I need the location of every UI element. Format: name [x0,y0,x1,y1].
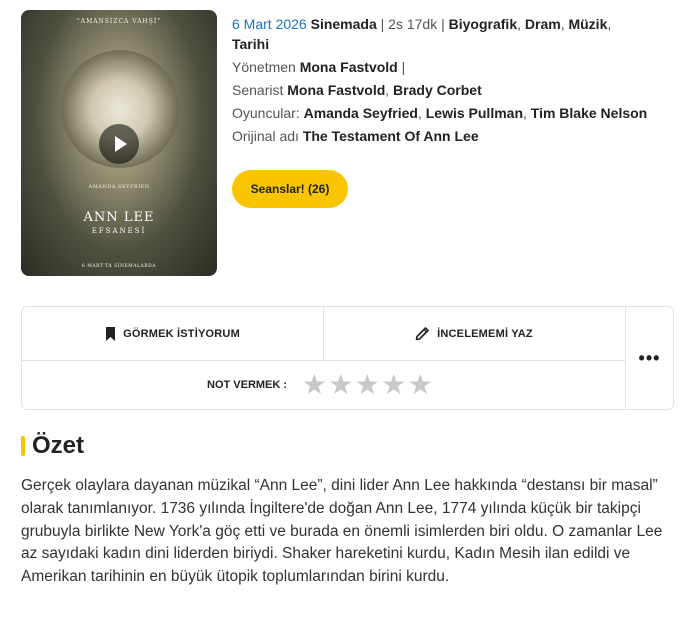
release-line: 6 Mart 2026 Sinemada | 2s 17dk | Biyogra… [232,16,612,52]
play-trailer-icon[interactable] [99,124,139,164]
writer-label: Senarist [232,82,284,98]
original-title: The Testament Of Ann Lee [302,128,479,144]
genre-link[interactable]: Biyografik [449,16,517,32]
writer-line: Senarist Mona Fastvold, Brady Corbet [232,82,482,98]
movie-info: 6 Mart 2026 Sinemada | 2s 17dk | Biyogra… [232,14,677,149]
rating-label: NOT VERMEK : [207,378,288,391]
rating-row: NOT VERMEK : ★ ★ ★ ★ ★ [22,360,626,409]
separator: | [376,16,389,32]
release-date[interactable]: 6 Mart 2026 [232,16,307,32]
summary-text: Gerçek olaylara dayanan müzikal “Ann Lee… [21,477,663,586]
writer-link[interactable]: Mona Fastvold [287,82,385,98]
summary-heading: Özet [21,432,84,460]
original-title-line: Orijinal adı The Testament Of Ann Lee [232,126,677,146]
poster-title: ANN LEE [83,210,155,225]
star-icon[interactable]: ★ [407,370,434,399]
director-line: Yönetmen Mona Fastvold | [232,57,677,77]
poster-actor: AMANDA SEYFRIED [88,184,150,190]
more-options-icon[interactable]: ••• [625,307,674,409]
poster-tagline: "AMANSIZCA VAHŞİ" [76,18,162,25]
cast-link[interactable]: Amanda Seyfried [304,105,418,121]
poster-release: 6 MART'TA SİNEMALARDA [81,264,157,269]
star-icon[interactable]: ★ [354,370,381,399]
pencil-icon [415,326,430,341]
poster-subtitle: EFSANESİ [91,227,147,235]
release-place: Sinemada [310,16,377,32]
write-review-label: İNCELEMEMİ YAZ [437,327,533,340]
cast-link[interactable]: Lewis Pullman [426,105,523,121]
heading-accent-bar [21,436,25,456]
star-icon[interactable]: ★ [301,370,328,399]
genre-link[interactable]: Tarihi [232,36,269,52]
separator: | [397,59,406,75]
want-to-watch-button[interactable]: GÖRMEK İSTİYORUM [22,307,324,361]
star-icon[interactable]: ★ [328,370,355,399]
director-label: Yönetmen [232,59,296,75]
rating-stars: ★ ★ ★ ★ ★ [301,370,434,399]
cast-line: Oyuncular: Amanda Seyfried, Lewis Pullma… [232,105,648,121]
want-to-watch-label: GÖRMEK İSTİYORUM [123,327,240,340]
summary-title: Özet [32,432,85,459]
user-actions-panel: GÖRMEK İSTİYORUM İNCELEMEMİ YAZ ••• NOT … [21,306,674,410]
sessions-button[interactable]: Seanslar! (26) [232,170,348,208]
cast-label: Oyuncular: [232,105,300,121]
bookmark-icon [105,326,116,341]
duration: 2s 17dk [388,16,438,32]
writer-link[interactable]: Brady Corbet [393,82,482,98]
star-icon[interactable]: ★ [381,370,408,399]
genre-link[interactable]: Müzik [568,16,607,32]
original-title-label: Orijinal adı [232,128,299,144]
genre-link[interactable]: Dram [525,16,561,32]
write-review-button[interactable]: İNCELEMEMİ YAZ [323,307,626,361]
cast-link[interactable]: Tim Blake Nelson [531,105,647,121]
separator: | [437,16,449,32]
director-link[interactable]: Mona Fastvold [300,59,398,75]
